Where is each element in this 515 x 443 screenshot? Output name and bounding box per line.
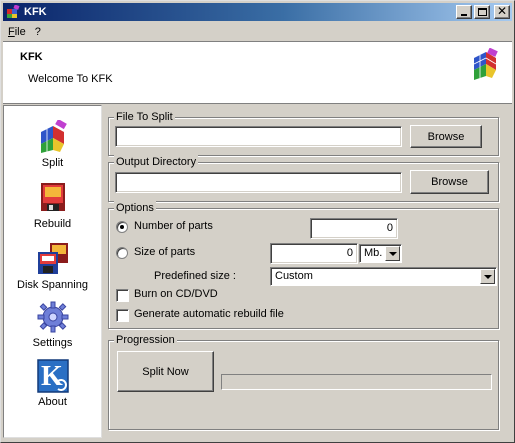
output-directory-label: Output Directory [114,155,199,169]
menu-bar: File ? [3,22,512,41]
auto-rebuild-label: Generate automatic rebuild file [134,308,284,320]
sidebar-item-disk-spanning[interactable]: Disk Spanning [4,242,101,291]
sidebar-item-label: Settings [32,337,73,349]
chevron-down-icon [480,269,495,284]
close-button[interactable]: ✕ [494,4,510,19]
svg-text:K: K [41,361,63,392]
about-k-icon: K [36,359,70,393]
menu-file-rest: ile [14,25,26,38]
number-of-parts-label: Number of parts [134,220,213,232]
size-of-parts-label: Size of parts [134,246,196,258]
progression-group: Progression Split Now [108,333,499,430]
header-panel: KFK Welcome To KFK [3,41,512,104]
rebuild-icon [36,181,70,215]
burn-cd-label: Burn on CD/DVD [134,288,218,300]
sidebar-item-label: About [38,396,67,408]
menu-help[interactable]: ? [30,26,45,38]
split-progress-bar [221,374,492,390]
sidebar-item-label: Split [41,157,64,169]
window-title: KFK [24,6,47,18]
sidebar-item-rebuild[interactable]: Rebuild [4,181,101,230]
file-to-split-group: File To Split Browse [108,110,499,156]
predefined-size-label: Predefined size : [154,270,236,282]
output-directory-group: Output Directory Browse [108,155,499,202]
title-bar[interactable]: KFK ✕ [3,3,512,21]
number-of-parts-radio[interactable] [116,221,128,233]
number-of-parts-input[interactable]: 0 [310,218,398,239]
split-now-button[interactable]: Split Now [117,351,214,392]
close-icon: ✕ [496,4,508,18]
maximize-button[interactable] [474,5,490,19]
burn-cd-checkbox[interactable] [116,289,129,302]
file-to-split-input[interactable] [115,126,402,147]
header-subtitle: Welcome To KFK [28,73,113,85]
minimize-icon [461,14,467,16]
sidebar-item-label: Disk Spanning [17,279,88,291]
browse-directory-button[interactable]: Browse [410,170,489,194]
minimize-button[interactable] [456,5,472,19]
options-group: Options Number of parts 0 Size of parts … [108,201,499,329]
disk-spanning-icon [36,242,70,276]
file-to-split-label: File To Split [114,110,175,124]
options-label: Options [114,201,156,215]
maximize-icon [478,8,487,16]
radio-selected-dot [120,225,124,229]
auto-rebuild-checkbox[interactable] [116,309,129,322]
main-panel: File To Split Browse Output Directory Br… [105,105,508,438]
rubik-cube-icon [470,47,500,80]
browse-file-button[interactable]: Browse [410,125,482,148]
sidebar-item-split[interactable]: Split [4,118,101,169]
size-of-parts-input[interactable]: 0 [270,243,358,264]
size-of-parts-radio[interactable] [116,247,128,259]
chevron-down-icon [385,246,400,261]
predefined-size-select[interactable]: Custom [270,267,497,286]
sidebar: Split Rebuild Disk Spanning Settings K A… [3,105,102,438]
app-icon [6,4,20,19]
sidebar-item-about[interactable]: K About [4,359,101,408]
split-cube-icon [36,118,70,154]
predefined-size-value: Custom [275,270,313,282]
size-unit-value: Mb. [364,247,383,259]
size-unit-select[interactable]: Mb. [359,244,402,263]
settings-gear-icon [36,300,70,334]
sidebar-item-settings[interactable]: Settings [4,300,101,349]
menu-file[interactable]: File [3,26,30,38]
output-directory-input[interactable] [115,172,402,193]
sidebar-item-label: Rebuild [33,218,72,230]
progression-label: Progression [114,333,177,347]
header-title: KFK [20,51,43,63]
app-window: KFK ✕ File ? KFK Welcome To KFK Split Re… [0,0,515,443]
